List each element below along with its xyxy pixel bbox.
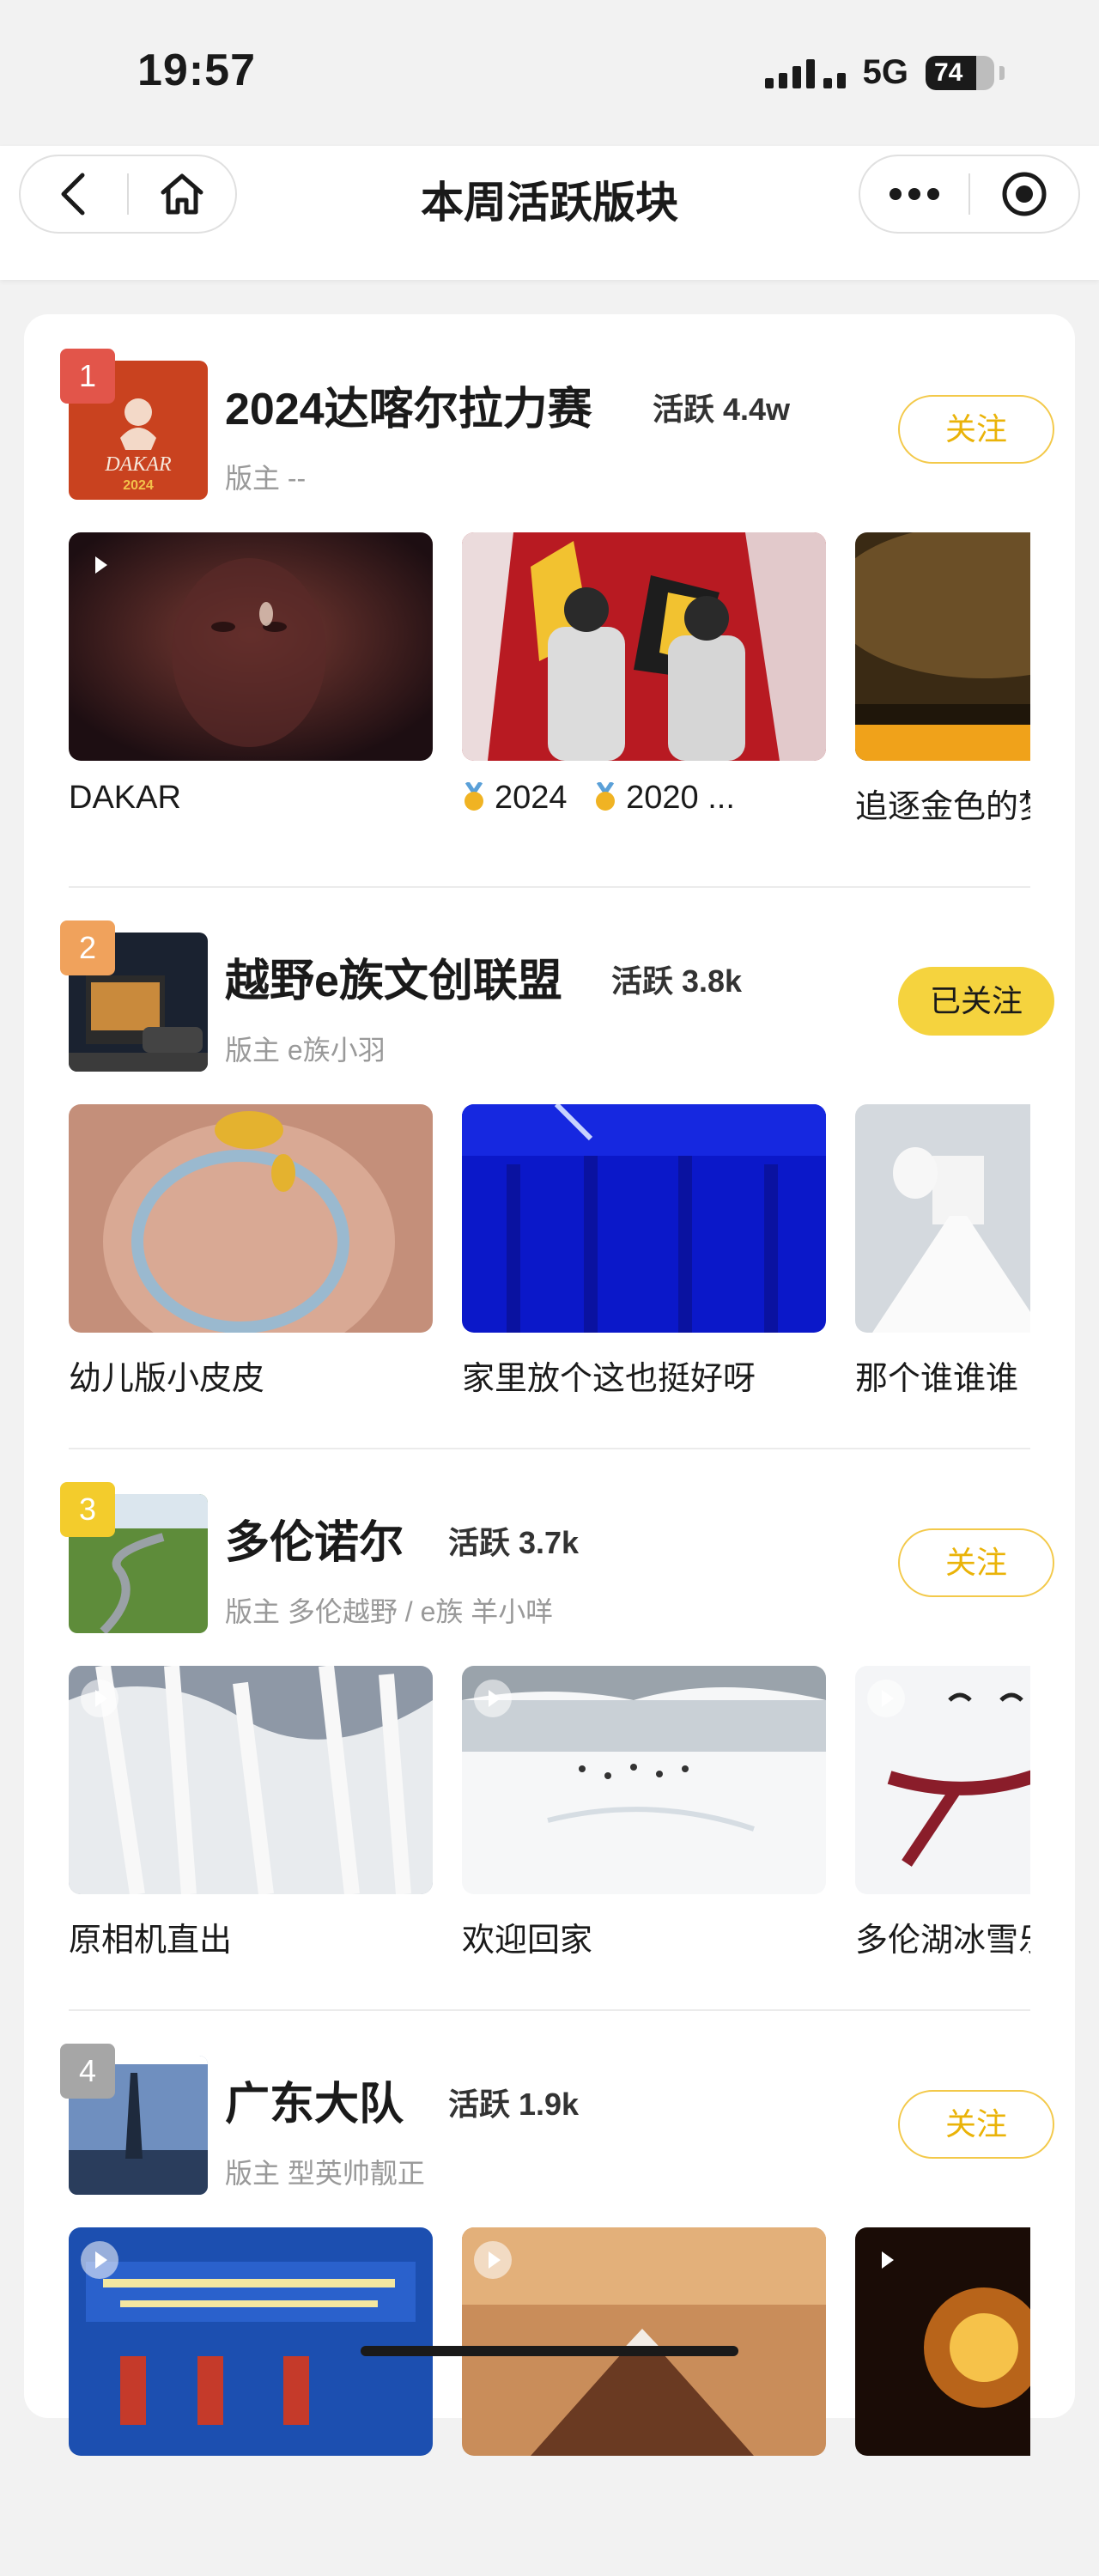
svg-text:2024: 2024 <box>123 478 154 493</box>
nav-capsule-right <box>859 155 1080 234</box>
signal-icon <box>764 58 846 88</box>
post-title: 幼儿版小皮皮 <box>69 1361 265 1396</box>
nav-bar: 本周活跃版块 <box>0 146 1099 280</box>
post-title: 追逐金色的梦 <box>855 789 1030 824</box>
play-icon <box>81 2241 118 2279</box>
moderator-text: 版主 多伦越野 / e族 羊小咩 <box>225 1596 554 1627</box>
active-count: 活跃 3.8k <box>611 963 743 999</box>
play-icon <box>81 1680 118 1717</box>
board-item[interactable]: 2 越野e族文创联盟 活跃 3.8k 版主 e族小羽 已关注 幼儿版小皮皮 家里… <box>60 886 1054 1453</box>
board-item[interactable]: 1 DAKAR 2024 2024达喀尔拉力赛 活跃 4.4w 版主 -- 关注 <box>60 314 1054 888</box>
board-item[interactable]: 3 多伦诺尔 活跃 3.7k 版主 多伦越野 / e族 羊小咩 关注 原相机直出… <box>60 1448 1054 2014</box>
post-item[interactable]: 追逐金色的梦 <box>855 532 1030 824</box>
moderator-text: 版主 型英帅靓正 <box>225 2158 425 2189</box>
post-item[interactable]: 家里放个这也挺好呀 <box>462 1104 826 1396</box>
rank-badge: 1 <box>60 349 115 404</box>
post-thumbnail <box>69 2227 433 2456</box>
post-thumbnail <box>855 532 1030 761</box>
play-icon <box>474 1680 512 1717</box>
post-title-part: 2024 <box>495 780 568 816</box>
moderator-text: 版主 e族小羽 <box>225 1035 386 1066</box>
record-icon <box>1002 172 1047 216</box>
post-title: 那个谁谁谁 <box>855 1361 1019 1396</box>
moderator-text: 版主 -- <box>225 463 307 494</box>
post-item[interactable]: 那个谁谁谁 <box>855 1104 1030 1396</box>
post-title: 欢迎回家 <box>462 1923 593 1958</box>
post-title: 家里放个这也挺好呀 <box>462 1361 756 1396</box>
play-icon <box>867 2241 905 2279</box>
medal-icon <box>464 782 483 811</box>
post-item[interactable] <box>855 2227 1030 2475</box>
post-title: 多伦湖冰雪乐 <box>855 1923 1030 1958</box>
post-title: 2024 2020 ... <box>462 780 826 817</box>
medal-icon <box>596 782 616 811</box>
post-title: 原相机直出 <box>69 1923 233 1958</box>
post-thumbnail <box>69 532 433 761</box>
active-count: 活跃 4.4w <box>653 392 791 427</box>
board-name: 越野e族文创联盟 <box>225 957 562 1006</box>
home-indicator <box>361 2346 738 2356</box>
more-button[interactable] <box>860 156 968 232</box>
post-item[interactable]: 欢迎回家 <box>462 1666 826 1958</box>
play-icon <box>81 546 118 584</box>
post-item[interactable]: 原相机直出 <box>69 1666 433 1958</box>
boards-card: 1 DAKAR 2024 2024达喀尔拉力赛 活跃 4.4w 版主 -- 关注 <box>24 314 1075 2456</box>
board-name: 2024达喀尔拉力赛 <box>225 385 592 434</box>
board-name: 广东大队 <box>225 2080 404 2129</box>
post-item[interactable]: DAKAR <box>69 532 433 817</box>
network-type: 5G <box>862 53 908 91</box>
post-item[interactable]: 幼儿版小皮皮 <box>69 1104 433 1396</box>
post-thumbnail <box>462 1104 826 1333</box>
battery-icon: 74 <box>926 55 994 90</box>
post-thumbnail <box>855 1666 1030 1894</box>
status-time: 19:57 <box>137 46 256 95</box>
rank-badge: 4 <box>60 2044 115 2099</box>
board-name: 多伦诺尔 <box>225 1518 404 1568</box>
status-indicators: 5G 74 <box>764 53 1005 92</box>
post-thumbnail <box>462 1666 826 1894</box>
follow-button[interactable]: 关注 <box>898 395 1054 464</box>
battery-level: 74 <box>934 58 963 87</box>
close-miniapp-button[interactable] <box>970 156 1078 232</box>
follow-button[interactable]: 关注 <box>898 2090 1054 2159</box>
post-thumbnail <box>69 1104 433 1333</box>
post-thumbnail <box>855 1104 1030 1333</box>
post-list <box>69 2227 1030 2519</box>
post-thumbnail <box>462 532 826 761</box>
active-count: 活跃 3.7k <box>448 1525 580 1560</box>
status-bar: 19:57 5G 74 <box>0 0 1099 146</box>
post-title: DAKAR <box>69 780 181 816</box>
post-thumbnail <box>855 2227 1030 2456</box>
board-item[interactable]: 4 广东大队 活跃 1.9k 版主 型英帅靓正 关注 <box>60 2009 1054 2576</box>
rank-badge: 3 <box>60 1482 115 1537</box>
post-thumbnail <box>69 1666 433 1894</box>
post-item[interactable]: 多伦湖冰雪乐 <box>855 1666 1030 1958</box>
post-list: 幼儿版小皮皮 家里放个这也挺好呀 那个谁谁谁 <box>69 1104 1030 1396</box>
play-icon <box>867 1680 905 1717</box>
post-list: DAKAR 2024 2020 ... 追逐金色的 <box>69 532 1030 824</box>
post-list: 原相机直出 欢迎回家 多伦湖冰雪 <box>69 1666 1030 1958</box>
play-icon <box>474 2241 512 2279</box>
more-icon <box>890 188 939 200</box>
post-title-part: 2020 ... <box>626 780 735 816</box>
followed-button[interactable]: 已关注 <box>898 967 1054 1036</box>
rank-badge: 2 <box>60 920 115 975</box>
follow-button[interactable]: 关注 <box>898 1528 1054 1597</box>
active-count: 活跃 1.9k <box>448 2087 580 2122</box>
post-item[interactable]: 2024 2020 ... <box>462 532 826 817</box>
svg-text:DAKAR: DAKAR <box>104 453 172 476</box>
post-thumbnail <box>462 2227 826 2456</box>
